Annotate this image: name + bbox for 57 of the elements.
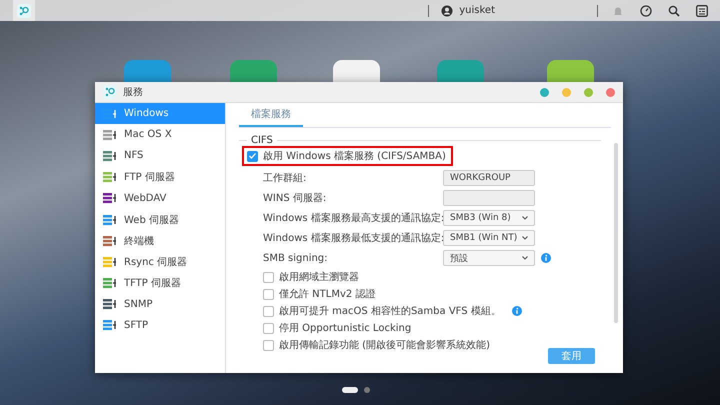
dashboard-icon[interactable] [694,2,710,18]
sidebar-item[interactable]: SNMP [95,294,225,315]
app-icon[interactable] [230,60,277,82]
tab[interactable]: 檔案服務 [239,107,303,127]
section-legend: CIFS [251,135,273,146]
field-label: Windows 檔案服務最低支援的通訊協定: [263,232,443,245]
field-label: WINS 伺服器: [263,192,328,205]
sidebar-item[interactable]: Rsync 伺服器 [95,251,225,272]
sidebar-item[interactable]: Web 伺服器 [95,208,225,230]
sidebar-item[interactable]: FTP 伺服器 [95,166,225,188]
user-menu-button[interactable]: yuisket [435,4,501,16]
app-logo-button[interactable] [13,0,35,21]
sidebar-item[interactable]: WebDAV [95,188,225,209]
input-field[interactable]: WORKGROUP [443,170,535,186]
window-title: 服務 [123,86,144,99]
field-label: Windows 檔案服務最高支援的通訊協定: [263,212,443,225]
chevron-down-icon [522,256,528,260]
dropdown[interactable]: SMB3 (Win 8) [443,210,535,226]
app-logo-icon [103,85,117,99]
dropdown[interactable]: 預設 [443,250,535,266]
app-icon[interactable] [437,60,484,82]
app-icon[interactable] [124,60,171,82]
sidebar-item[interactable]: NFS [95,145,225,167]
checkbox-label: 停用 Opportunistic Locking [279,322,412,335]
sidebar-item[interactable]: SFTP [95,314,225,336]
gauge-icon[interactable] [638,2,654,18]
checkbox[interactable] [263,340,274,350]
search-icon[interactable] [666,2,682,18]
chevron-down-icon [522,236,528,240]
window-control-button[interactable] [606,88,615,96]
chevron-down-icon [522,216,528,220]
sidebar-item[interactable]: TFTP 伺服器 [95,272,225,294]
checkbox[interactable] [263,306,274,316]
checkbox[interactable] [263,288,274,300]
dropdown[interactable]: SMB1 (Win NT) [443,230,535,246]
checkbox[interactable] [263,322,274,334]
window-control-button[interactable] [540,88,549,96]
window-control-button[interactable] [562,88,571,96]
sidebar-item[interactable]: 終端機 [95,230,225,252]
user-icon [441,4,454,16]
sidebar-item[interactable]: Mac OS X [95,124,225,146]
app-icon[interactable] [547,60,594,82]
field-label: SMB signing: [263,252,329,264]
checkbox[interactable] [247,150,258,162]
checkbox-label: 啟用傳輸記錄功能 (開啟後可能會影響系統效能) [279,338,490,352]
checkbox-label: 啟用網域主瀏覽器 [279,270,359,284]
scrollbar[interactable] [614,143,618,323]
app-icon[interactable] [333,60,380,82]
info-icon[interactable] [541,253,551,263]
window-control-button[interactable] [584,88,593,96]
input-field[interactable] [443,190,535,206]
checkbox-label: 僅允許 NTLMv2 認證 [279,288,376,301]
checkbox-label: 啟用 Windows 檔案服務 (CIFS/SAMBA) [263,150,446,163]
checkbox-label: 啟用可提升 macOS 相容性的Samba VFS 模組。 [279,304,501,318]
field-label: 工作群組: [263,172,308,185]
checkbox[interactable] [263,272,274,282]
info-icon[interactable] [512,306,522,316]
